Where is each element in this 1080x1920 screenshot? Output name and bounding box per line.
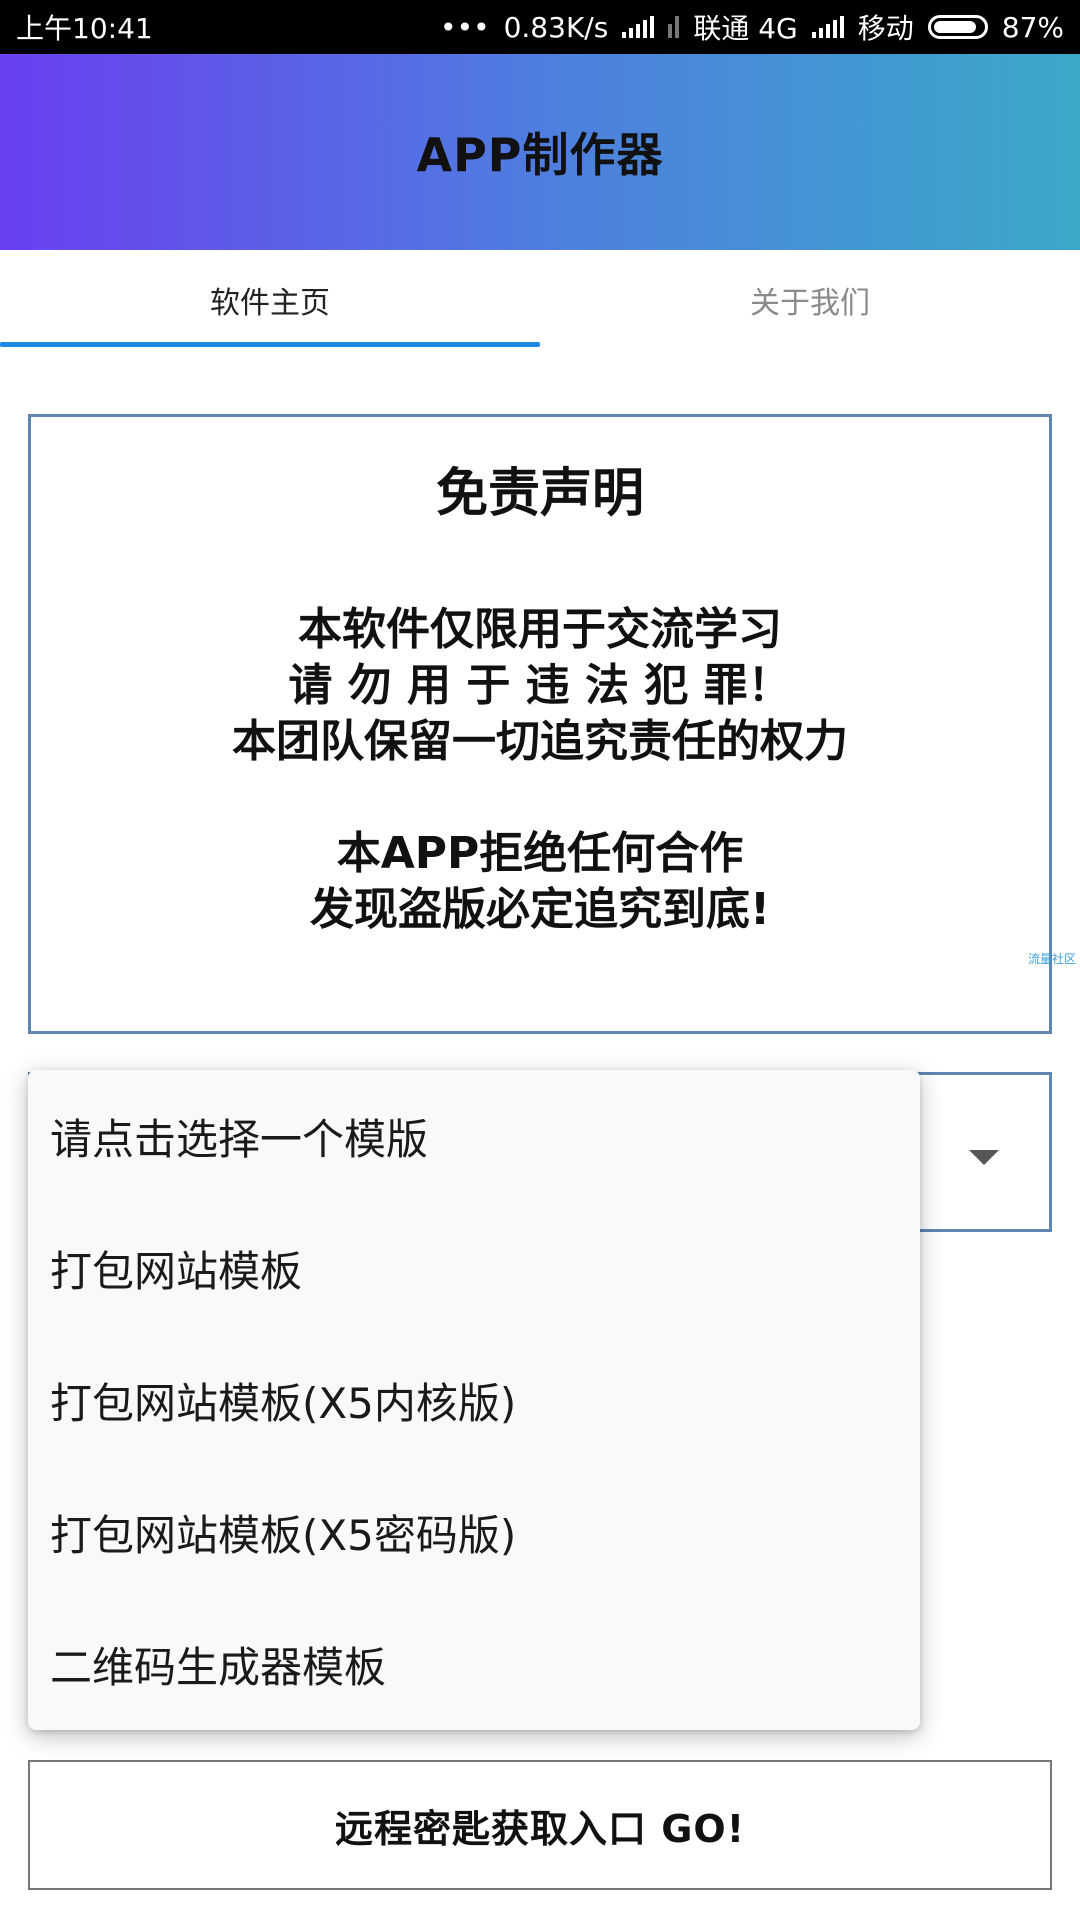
- carrier-1: 联通 4G: [693, 12, 798, 45]
- app-header: APP制作器: [0, 54, 1080, 250]
- tab-bar: 软件主页 关于我们: [0, 250, 1080, 350]
- tab-home[interactable]: 软件主页: [0, 250, 540, 350]
- disclaimer-line: 本软件仅限用于交流学习: [298, 604, 782, 655]
- watermark: 流量社区: [1028, 952, 1077, 966]
- data-arrows-icon: [668, 16, 680, 38]
- signal-2-icon: [811, 16, 844, 38]
- template-dropdown: 请点击选择一个模版 打包网站模板 打包网站模板(X5内核版) 打包网站模板(X5…: [28, 1070, 920, 1730]
- status-right: ••• 0.83K/s 联通 4G 移动 87%: [440, 7, 1064, 47]
- tab-indicator: [0, 342, 540, 347]
- disclaimer-title: 免责声明: [435, 464, 644, 524]
- disclaimer-line: 本团队保留一切追究责任的权力: [232, 716, 848, 767]
- dropdown-option-website-x5[interactable]: 打包网站模板(X5内核版): [28, 1334, 920, 1466]
- dropdown-option-website-x5-password[interactable]: 打包网站模板(X5密码版): [28, 1466, 920, 1598]
- battery-percent: 87%: [1001, 10, 1064, 44]
- dropdown-option-website[interactable]: 打包网站模板: [28, 1202, 920, 1334]
- carrier-2: 移动: [857, 12, 914, 45]
- dropdown-option-qrcode[interactable]: 二维码生成器模板: [28, 1598, 920, 1730]
- divider: [31, 770, 1049, 826]
- status-bar: 上午10:41 ••• 0.83K/s 联通 4G 移动 87%: [0, 0, 1080, 54]
- disclaimer-line: 请 勿 用 于 违 法 犯 罪！: [288, 660, 792, 711]
- disclaimer-line: 本APP拒绝任何合作: [336, 828, 744, 879]
- battery-icon: [927, 15, 988, 39]
- signal-icon: [622, 16, 655, 38]
- disclaimer-body: 本软件仅限用于交流学习 请 勿 用 于 违 法 犯 罪！ 本团队保留一切追究责任…: [31, 602, 1049, 938]
- disclaimer-card: 免责声明 本软件仅限用于交流学习 请 勿 用 于 违 法 犯 罪！ 本团队保留一…: [28, 414, 1052, 1034]
- more-dots-icon: •••: [440, 10, 490, 44]
- dropdown-option-placeholder[interactable]: 请点击选择一个模版: [28, 1070, 920, 1202]
- dropdown-arrow-icon: [969, 1150, 999, 1165]
- status-time: 上午10:41: [16, 12, 153, 45]
- app-title: APP制作器: [416, 128, 664, 182]
- network-speed: 0.83K/s: [503, 10, 609, 44]
- tab-about[interactable]: 关于我们: [540, 250, 1080, 350]
- remote-key-go-button[interactable]: 远程密匙获取入口 GO!: [28, 1760, 1052, 1890]
- disclaimer-line: 发现盗版必定追究到底!: [309, 884, 771, 935]
